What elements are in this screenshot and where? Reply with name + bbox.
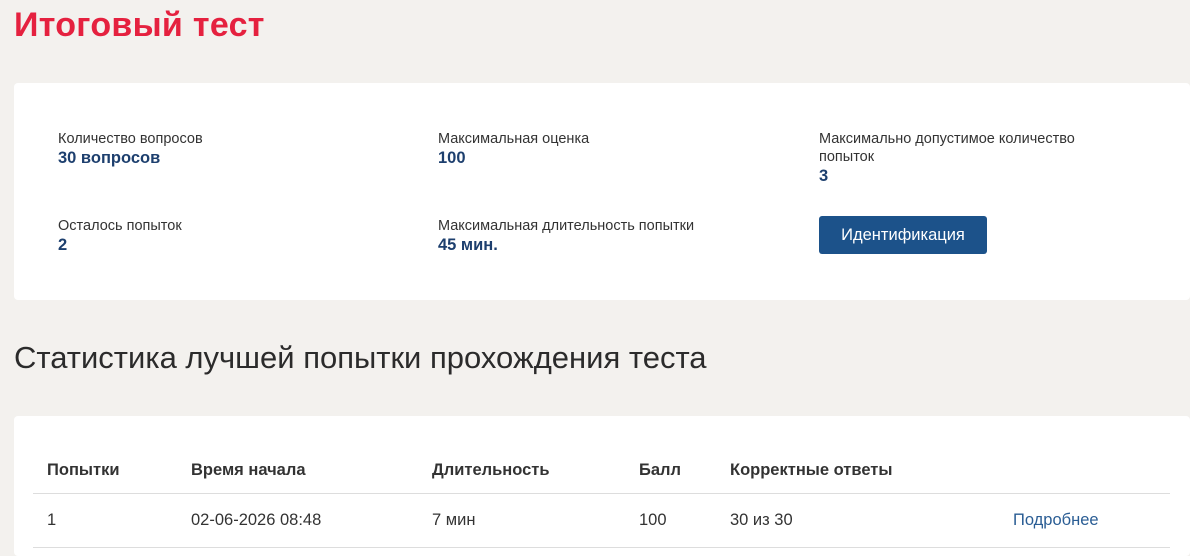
cell-duration: 7 мин (418, 493, 625, 548)
questions-count: Количество вопросов 30 вопросов (58, 130, 388, 169)
remaining-attempts-label: Осталось попыток (58, 218, 182, 234)
max-attempts-value: 3 (819, 167, 829, 185)
max-grade-value: 100 (438, 149, 466, 167)
stats-section-title: Статистика лучшей попытки прохождения те… (14, 340, 707, 375)
col-score: Балл (625, 449, 716, 494)
page-title: Итоговый тест (14, 6, 265, 44)
questions-count-label: Количество вопросов (58, 131, 203, 147)
stats-table: Попытки Время начала Длительность Балл К… (33, 449, 1170, 548)
questions-count-value: 30 вопросов (58, 149, 161, 167)
max-duration-label: Максимальная длительность попытки (438, 218, 695, 234)
max-grade: Максимальная оценка 100 (438, 130, 768, 169)
cell-start-time: 02-06-2026 08:48 (177, 493, 418, 548)
test-info-card: Количество вопросов 30 вопросов Максимал… (14, 83, 1190, 300)
max-attempts-label: Максимально допустимое количество попыто… (819, 131, 1075, 165)
cell-details: Подробнее (999, 493, 1170, 548)
col-start-time: Время начала (177, 449, 418, 494)
col-correct-answers: Корректные ответы (716, 449, 999, 494)
details-link[interactable]: Подробнее (1013, 511, 1099, 529)
remaining-attempts-value: 2 (58, 236, 68, 254)
max-duration: Максимальная длительность попытки 45 мин… (438, 217, 768, 256)
stats-table-card: Попытки Время начала Длительность Балл К… (14, 416, 1190, 556)
table-row: 1 02-06-2026 08:48 7 мин 100 30 из 30 По… (33, 493, 1170, 548)
max-attempts: Максимально допустимое количество попыто… (819, 130, 1109, 187)
cell-score: 100 (625, 493, 716, 548)
max-duration-value: 45 мин. (438, 236, 498, 254)
col-duration: Длительность (418, 449, 625, 494)
table-header-row: Попытки Время начала Длительность Балл К… (33, 449, 1170, 494)
col-details (999, 449, 1170, 494)
remaining-attempts: Осталось попыток 2 (58, 217, 388, 256)
cell-correct-answers: 30 из 30 (716, 493, 999, 548)
max-grade-label: Максимальная оценка (438, 131, 590, 147)
identification-button[interactable]: Идентификация (819, 216, 987, 254)
cell-attempt-number: 1 (33, 493, 177, 548)
col-attempts: Попытки (33, 449, 177, 494)
